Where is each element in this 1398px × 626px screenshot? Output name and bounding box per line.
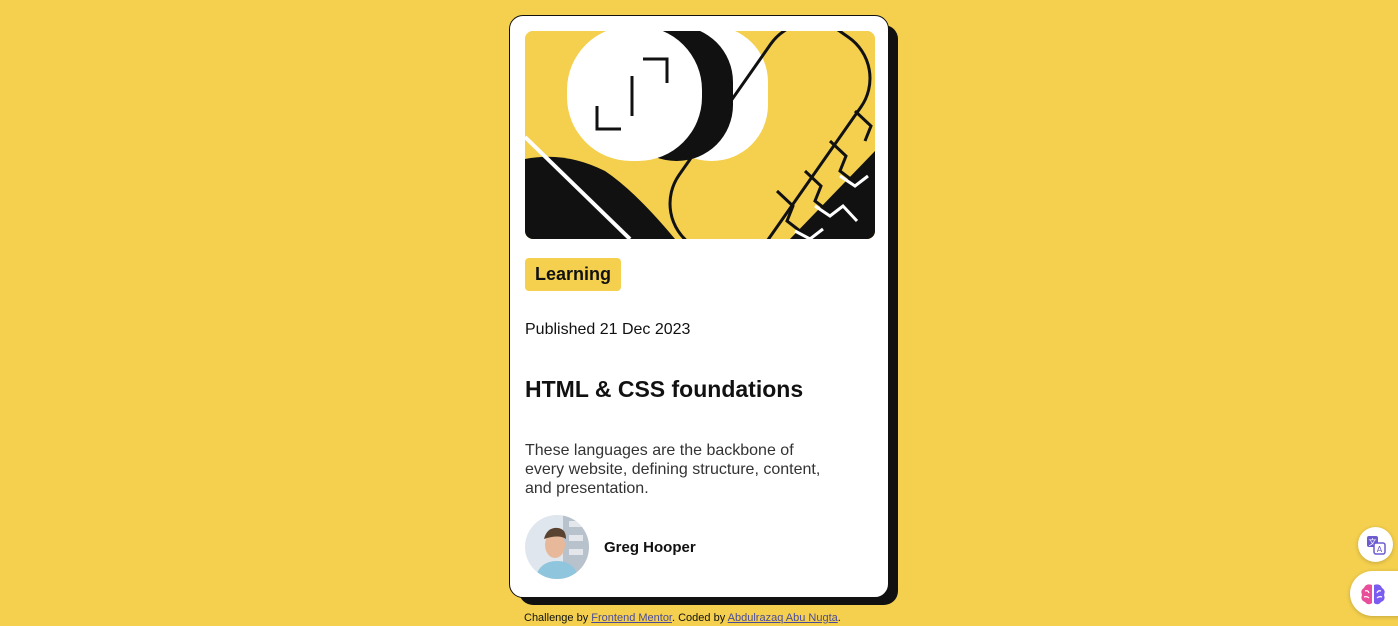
author-link[interactable]: Abdulrazaq Abu Nugta (728, 612, 838, 624)
category-tag: Learning (525, 258, 622, 291)
avatar (525, 515, 589, 579)
hero-illustration (525, 31, 875, 239)
blog-preview-card: Learning Published 21 Dec 2023 HTML & CS… (509, 15, 889, 598)
svg-text:A: A (1376, 545, 1382, 554)
card-description: These languages are the backbone of ever… (525, 442, 821, 497)
published-date: Published 21 Dec 2023 (525, 321, 691, 338)
translate-button[interactable]: 文 A (1358, 527, 1393, 562)
translate-icon: 文 A (1366, 535, 1386, 555)
attribution-middle: . Coded by (672, 612, 728, 624)
brain-icon (1361, 583, 1385, 604)
author-name: Greg Hooper (604, 538, 696, 556)
assistant-button[interactable] (1350, 571, 1398, 616)
attribution-suffix: . (837, 612, 841, 624)
card-title[interactable]: HTML & CSS foundations (525, 376, 803, 403)
frontend-mentor-link[interactable]: Frontend Mentor (591, 612, 672, 624)
attribution: Challenge by Frontend Mentor. Coded by A… (524, 612, 841, 624)
author: Greg Hooper (525, 515, 696, 579)
page: Learning Published 21 Dec 2023 HTML & CS… (0, 0, 1398, 626)
attribution-prefix: Challenge by (524, 612, 592, 624)
